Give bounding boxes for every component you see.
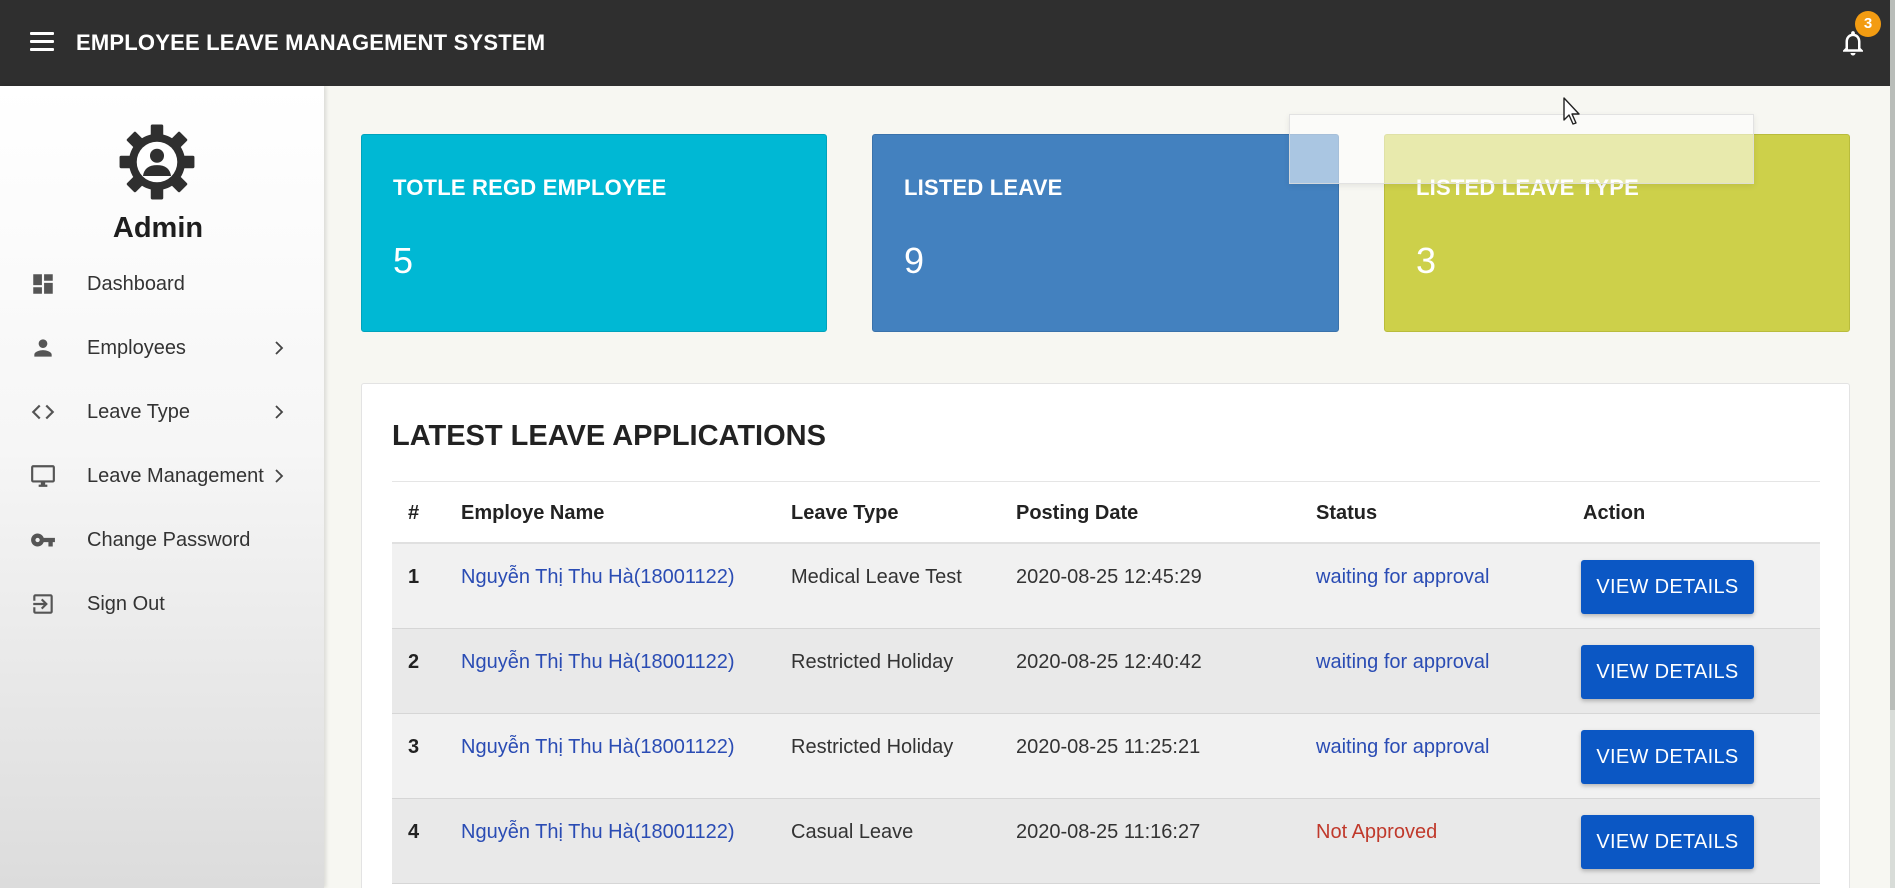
employee-name-link[interactable]: Nguyễn Thị Thu Hà(18001122) (461, 736, 735, 759)
scrollbar-thumb[interactable] (1890, 0, 1895, 710)
admin-gear-avatar-icon (119, 124, 195, 200)
code-icon (31, 404, 55, 420)
posting-date-cell: 2020-08-25 12:45:29 (1016, 566, 1202, 588)
sidebar-item-dashboard[interactable]: Dashboard (0, 259, 310, 309)
monitor-icon (31, 465, 55, 487)
employee-name-link[interactable]: Nguyễn Thị Thu Hà(18001122) (461, 566, 735, 589)
view-details-button[interactable]: VIEW DETAILS (1581, 645, 1754, 699)
top-bar: EMPLOYEE LEAVE MANAGEMENT SYSTEM 3 (0, 0, 1895, 86)
table-header-row: # Employe Name Leave Type Posting Date S… (392, 481, 1820, 544)
table-row: 3 Nguyễn Thị Thu Hà(18001122) Restricted… (392, 714, 1820, 799)
row-number: 3 (408, 736, 420, 758)
dashboard-icon (33, 274, 53, 294)
scrollbar-track[interactable] (1890, 0, 1895, 888)
sidebar-item-label: Leave Management (87, 464, 264, 487)
table-row: 2 Nguyễn Thị Thu Hà(18001122) Restricted… (392, 629, 1820, 714)
column-header-employee-name: Employe Name (461, 502, 605, 524)
sidebar: Admin Dashboard Employees Leave Type Lea… (0, 86, 324, 888)
employee-name-link[interactable]: Nguyễn Thị Thu Hà(18001122) (461, 821, 735, 844)
column-header-action: Action (1583, 502, 1646, 524)
sidebar-item-sign-out[interactable]: Sign Out (0, 579, 310, 629)
person-icon (34, 339, 52, 357)
row-number: 1 (408, 566, 420, 588)
leave-type-cell: Medical Leave Test (791, 566, 962, 588)
toast-notification[interactable] (1289, 114, 1754, 184)
sidebar-item-employees[interactable]: Employees (0, 323, 310, 373)
sidebar-item-leave-type[interactable]: Leave Type (0, 387, 310, 437)
sidebar-item-label: Sign Out (87, 592, 165, 615)
row-number: 2 (408, 651, 420, 673)
stat-card-value: 9 (904, 240, 925, 281)
column-header-status: Status (1316, 502, 1378, 524)
sidebar-item-label: Change Password (87, 528, 251, 551)
mouse-cursor-icon (1563, 97, 1580, 125)
posting-date-cell: 2020-08-25 11:16:27 (1016, 821, 1201, 843)
column-header-number: # (408, 502, 420, 524)
sidebar-item-label: Dashboard (87, 272, 185, 295)
column-header-posting-date: Posting Date (1016, 502, 1139, 524)
view-details-button[interactable]: VIEW DETAILS (1581, 560, 1754, 614)
chevron-right-icon (275, 341, 284, 355)
leave-type-cell: Casual Leave (791, 821, 914, 843)
leave-type-cell: Restricted Holiday (791, 736, 954, 758)
view-details-button[interactable]: VIEW DETAILS (1581, 815, 1754, 869)
status-cell: waiting for approval (1316, 651, 1490, 673)
view-details-button[interactable]: VIEW DETAILS (1581, 730, 1754, 784)
sidebar-item-label: Leave Type (87, 400, 191, 423)
panel-title: LATEST LEAVE APPLICATIONS (392, 420, 826, 452)
posting-date-cell: 2020-08-25 11:25:21 (1016, 736, 1201, 758)
status-cell: waiting for approval (1316, 566, 1490, 588)
stat-card-value: 5 (393, 240, 414, 281)
status-cell: Not Approved (1316, 821, 1438, 843)
sign-out-icon (33, 594, 53, 614)
posting-date-cell: 2020-08-25 12:40:42 (1016, 651, 1202, 673)
sidebar-item-label: Employees (87, 336, 186, 359)
employee-name-link[interactable]: Nguyễn Thị Thu Hà(18001122) (461, 651, 735, 674)
table-row: 1 Nguyễn Thị Thu Hà(18001122) Medical Le… (392, 544, 1820, 629)
sidebar-item-leave-management[interactable]: Leave Management (0, 451, 310, 501)
sidebar-item-change-password[interactable]: Change Password (0, 515, 310, 565)
hamburger-menu-icon[interactable] (30, 32, 54, 52)
stat-card-value: 3 (1416, 240, 1437, 281)
admin-name: Admin (112, 212, 204, 244)
stat-card-listed-leave[interactable]: LISTED LEAVE 9 (872, 134, 1339, 332)
app-title: EMPLOYEE LEAVE MANAGEMENT SYSTEM (76, 30, 546, 55)
column-header-leave-type: Leave Type (791, 502, 899, 524)
applications-table: # Employe Name Leave Type Posting Date S… (392, 481, 1820, 884)
status-cell: waiting for approval (1316, 736, 1490, 758)
table-row: 4 Nguyễn Thị Thu Hà(18001122) Casual Lea… (392, 799, 1820, 884)
notification-badge: 3 (1855, 11, 1881, 37)
chevron-right-icon (275, 405, 284, 419)
chevron-right-icon (275, 469, 284, 483)
stat-card-title: LISTED LEAVE (904, 175, 1063, 200)
leave-type-cell: Restricted Holiday (791, 651, 954, 673)
latest-applications-panel: LATEST LEAVE APPLICATIONS # Employe Name… (361, 383, 1850, 888)
stat-card-title: TOTLE REGD EMPLOYEE (393, 175, 667, 200)
key-icon (31, 533, 55, 547)
row-number: 4 (408, 821, 420, 843)
stat-card-registered-employees[interactable]: TOTLE REGD EMPLOYEE 5 (361, 134, 827, 332)
